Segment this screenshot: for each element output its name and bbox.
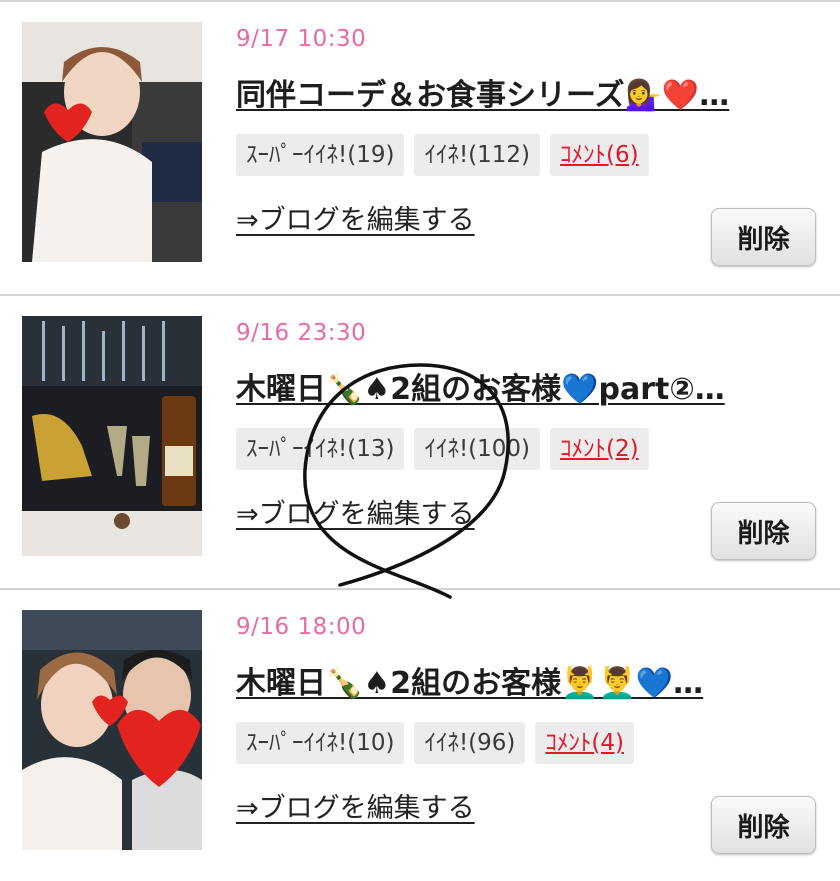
edit-blog-link[interactable]: ⇒ブログを編集する bbox=[236, 198, 475, 237]
post-title-link[interactable]: 木曜日🍾♠2組のお客様💆‍♂️💆‍♂️💙… bbox=[236, 658, 816, 702]
delete-button[interactable]: 削除 bbox=[711, 502, 816, 560]
blog-thumbnail[interactable] bbox=[22, 316, 202, 556]
reaction-badges: ｽｰﾊﾟｰｲｲﾈ!(13) ｲｲﾈ!(100) ｺﾒﾝﾄ(2) bbox=[236, 428, 649, 470]
reaction-badges: ｽｰﾊﾟｰｲｲﾈ!(10) ｲｲﾈ!(96) ｺﾒﾝﾄ(4) bbox=[236, 722, 634, 764]
post-title-link[interactable]: 同伴コーデ＆お食事シリーズ💁‍♀️❤️… bbox=[236, 70, 816, 114]
super-like-count: ｽｰﾊﾟｰｲｲﾈ!(13) bbox=[236, 428, 405, 470]
edit-blog-link[interactable]: ⇒ブログを編集する bbox=[236, 492, 475, 531]
comment-link[interactable]: ｺﾒﾝﾄ(6) bbox=[550, 134, 649, 176]
like-count: ｲｲﾈ!(96) bbox=[414, 722, 526, 764]
divider bbox=[0, 588, 840, 590]
super-like-count: ｽｰﾊﾟｰｲｲﾈ!(19) bbox=[236, 134, 405, 176]
blog-entry: 9/16 23:30 木曜日🍾♠2組のお客様💙part②… ｽｰﾊﾟｰｲｲﾈ!(… bbox=[0, 294, 840, 587]
post-date: 9/17 10:30 bbox=[236, 26, 367, 52]
edit-blog-link[interactable]: ⇒ブログを編集する bbox=[236, 786, 475, 825]
blog-thumbnail[interactable] bbox=[22, 610, 202, 850]
blog-thumbnail[interactable] bbox=[22, 22, 202, 262]
post-title-link[interactable]: 木曜日🍾♠2組のお客様💙part②… bbox=[236, 364, 816, 408]
divider bbox=[0, 294, 840, 296]
post-date: 9/16 18:00 bbox=[236, 614, 367, 640]
like-count: ｲｲﾈ!(112) bbox=[414, 134, 541, 176]
blog-entry: 9/16 18:00 木曜日🍾♠2組のお客様💆‍♂️💆‍♂️💙… ｽｰﾊﾟｰｲｲ… bbox=[0, 588, 840, 881]
super-like-count: ｽｰﾊﾟｰｲｲﾈ!(10) bbox=[236, 722, 405, 764]
comment-link[interactable]: ｺﾒﾝﾄ(2) bbox=[550, 428, 649, 470]
divider bbox=[0, 0, 840, 2]
comment-link[interactable]: ｺﾒﾝﾄ(4) bbox=[535, 722, 634, 764]
delete-button[interactable]: 削除 bbox=[711, 796, 816, 854]
reaction-badges: ｽｰﾊﾟｰｲｲﾈ!(19) ｲｲﾈ!(112) ｺﾒﾝﾄ(6) bbox=[236, 134, 649, 176]
delete-button[interactable]: 削除 bbox=[711, 208, 816, 266]
like-count: ｲｲﾈ!(100) bbox=[414, 428, 541, 470]
blog-entry: 9/17 10:30 同伴コーデ＆お食事シリーズ💁‍♀️❤️… ｽｰﾊﾟｰｲｲﾈ… bbox=[0, 0, 840, 293]
post-date: 9/16 23:30 bbox=[236, 320, 367, 346]
